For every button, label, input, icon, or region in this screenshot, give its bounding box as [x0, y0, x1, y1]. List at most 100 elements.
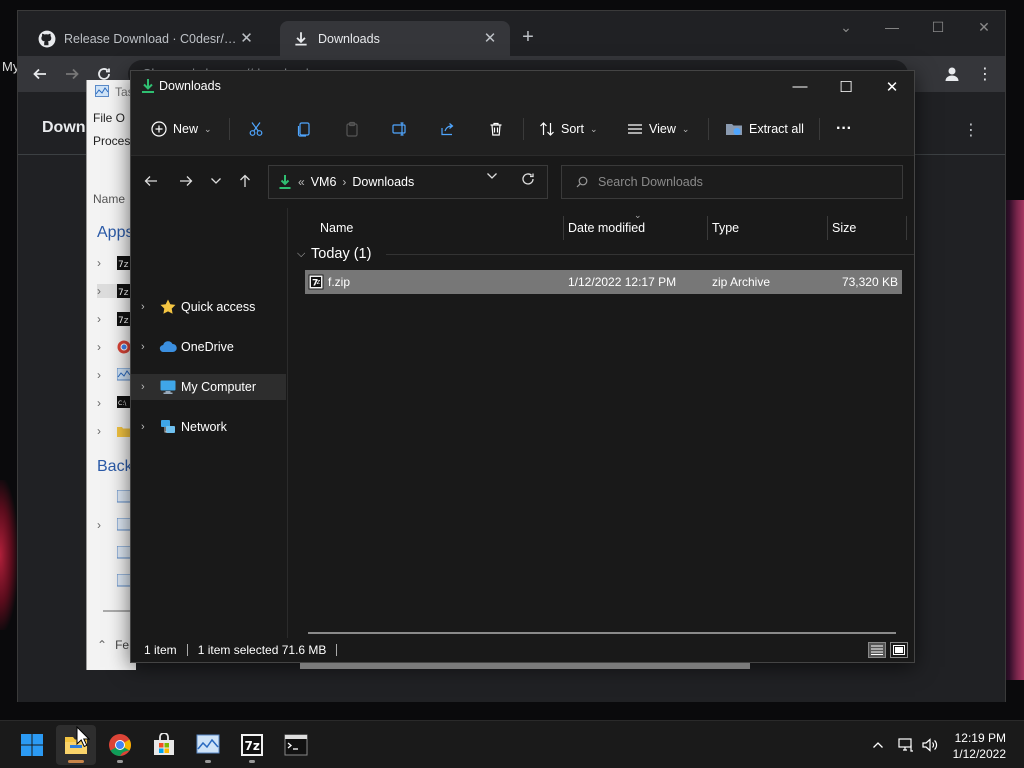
minimize-button[interactable]: —	[869, 11, 915, 43]
show-hidden-icons-chevron-icon[interactable]	[868, 735, 888, 755]
task-manager-menu[interactable]: File O	[93, 111, 125, 125]
copy-button[interactable]	[296, 116, 312, 142]
close-icon[interactable]: ✕	[482, 31, 498, 47]
cloud-icon	[159, 341, 177, 353]
rename-button[interactable]	[392, 116, 408, 142]
task-manager-window: Tas File O Proces Name Apps › 7z › 7z › 7z …	[86, 80, 136, 670]
cut-button[interactable]	[248, 116, 264, 142]
profile-icon[interactable]	[940, 62, 964, 86]
tab-release-download[interactable]: Release Download · C0desr/Bypa ✕	[26, 21, 266, 57]
chevron-down-icon[interactable]: ⌵	[291, 248, 311, 261]
nav-item-onedrive[interactable]: › OneDrive	[131, 334, 286, 360]
tab-search-icon[interactable]: ⌄	[823, 11, 869, 43]
star-icon	[160, 299, 176, 314]
divider	[523, 118, 524, 140]
divider	[229, 118, 230, 140]
nav-item-quick-access[interactable]: › Quick access	[131, 294, 286, 320]
volume-icon[interactable]	[920, 735, 940, 755]
chrome-horizontal-scrollbar[interactable]	[300, 663, 750, 669]
column-header-size[interactable]: Size	[832, 216, 856, 240]
back-arrow-icon[interactable]	[28, 62, 52, 86]
start-button[interactable]	[12, 725, 52, 765]
more-options-button[interactable]: ···	[836, 116, 852, 142]
chevron-right-icon[interactable]: ›	[131, 381, 159, 393]
tab-processes[interactable]: Proces	[93, 134, 130, 148]
taskbar-store[interactable]	[144, 725, 184, 765]
share-button[interactable]	[440, 116, 456, 142]
view-list-icon	[628, 124, 642, 134]
sort-icon	[540, 122, 554, 136]
column-header-name[interactable]: Name	[93, 192, 125, 206]
chevron-right-icon[interactable]: ›	[131, 341, 159, 353]
tab-title: Downloads	[318, 32, 380, 46]
horizontal-scrollbar[interactable]	[308, 632, 896, 634]
address-overflow[interactable]: «	[298, 175, 305, 189]
group-header-today[interactable]: ⌵ Today (1)	[291, 241, 914, 267]
divider	[708, 118, 709, 140]
up-arrow-icon[interactable]	[235, 171, 255, 191]
chevron-down-icon[interactable]	[486, 172, 498, 180]
clock-time: 12:19 PM	[954, 731, 1006, 745]
mouse-cursor-icon	[76, 726, 90, 748]
breadcrumb-downloads[interactable]: Downloads	[352, 175, 414, 189]
recent-locations-icon[interactable]	[206, 171, 226, 191]
maximize-button[interactable]: ☐	[823, 71, 869, 102]
paste-button[interactable]	[344, 116, 360, 142]
tiles-view-icon	[893, 645, 905, 655]
taskbar-chrome[interactable]	[100, 725, 140, 765]
file-row[interactable]: 7z f.zip 1/12/2022 12:17 PM zip Archive …	[305, 270, 902, 294]
close-button[interactable]: ✕	[961, 11, 1007, 43]
search-box[interactable]	[561, 165, 903, 199]
taskbar-7zip[interactable]: 7z	[232, 725, 272, 765]
trash-icon	[490, 122, 502, 136]
7zip-icon: 7z	[241, 734, 263, 756]
tiles-view-button[interactable]	[890, 642, 908, 658]
address-bar[interactable]: « VM6 › Downloads	[268, 165, 548, 199]
minimize-button[interactable]: —	[777, 71, 823, 102]
network-icon[interactable]	[896, 735, 916, 755]
github-icon	[38, 30, 56, 48]
fewer-details-link[interactable]: ⌃ Fe	[97, 638, 129, 652]
extract-all-button[interactable]: Extract all	[725, 116, 804, 142]
close-button[interactable]: ✕	[869, 71, 915, 102]
maximize-button[interactable]: ☐	[915, 11, 961, 43]
taskbar-task-manager[interactable]	[188, 725, 228, 765]
close-icon[interactable]: ✕	[239, 31, 254, 47]
delete-button[interactable]	[488, 116, 504, 142]
copy-icon	[297, 122, 310, 137]
tab-downloads[interactable]: Downloads ✕	[280, 21, 510, 57]
chevron-right-icon[interactable]: ›	[131, 421, 159, 433]
column-divider[interactable]	[906, 216, 907, 240]
new-tab-button[interactable]: +	[518, 25, 538, 49]
forward-arrow-icon[interactable]	[60, 62, 84, 86]
store-icon	[154, 733, 174, 755]
navigation-bar: « VM6 › Downloads	[131, 156, 914, 208]
forward-arrow-icon[interactable]	[176, 171, 196, 191]
details-view-button[interactable]	[868, 642, 886, 658]
extract-icon	[726, 124, 742, 135]
nav-item-network[interactable]: › Network	[131, 414, 286, 440]
more-icon[interactable]: ⋮	[963, 120, 979, 140]
column-header-type[interactable]: Type	[712, 216, 739, 240]
computer-icon	[160, 380, 176, 394]
chrome-menu-icon[interactable]: ⋮	[973, 62, 997, 86]
column-header-date-modified[interactable]: Date modified	[568, 216, 645, 240]
breadcrumb-vm6[interactable]: VM6	[311, 175, 337, 189]
clock[interactable]: 12:19 PM 1/12/2022	[953, 730, 1006, 762]
new-button[interactable]: New ⌄	[151, 116, 212, 142]
column-divider[interactable]	[563, 216, 564, 240]
column-divider[interactable]	[707, 216, 708, 240]
column-header-name[interactable]: Name	[320, 216, 353, 240]
selection-info: 1 item selected 71.6 MB	[197, 643, 327, 657]
taskbar-terminal[interactable]	[276, 725, 316, 765]
plus-circle-icon	[151, 121, 167, 137]
divider	[819, 118, 820, 140]
search-input[interactable]	[598, 175, 878, 189]
back-arrow-icon[interactable]	[141, 171, 161, 191]
column-divider[interactable]	[827, 216, 828, 240]
nav-item-my-computer[interactable]: › My Computer	[131, 374, 286, 400]
view-button[interactable]: View ⌄	[627, 116, 689, 142]
chevron-right-icon[interactable]: ›	[131, 301, 159, 313]
sort-button[interactable]: Sort ⌄	[539, 116, 597, 142]
refresh-icon[interactable]	[521, 172, 535, 186]
